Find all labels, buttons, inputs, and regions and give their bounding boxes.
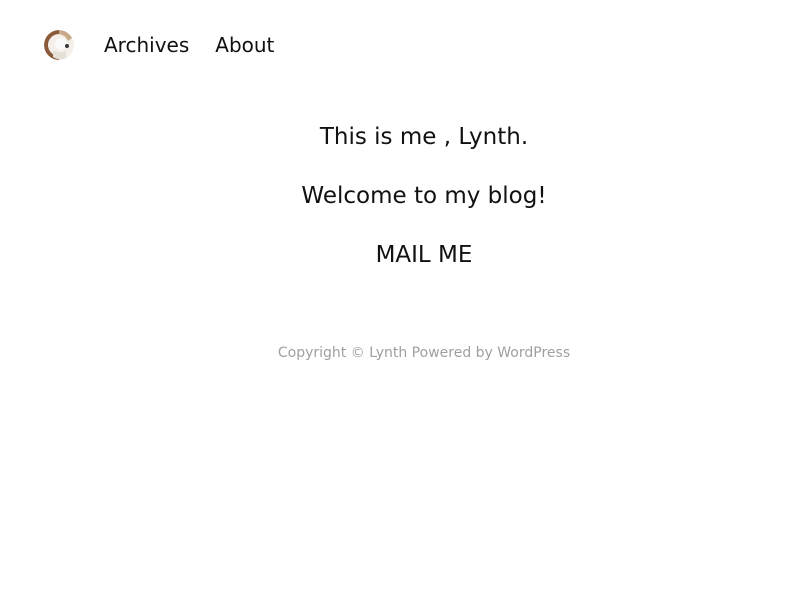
nav-archives-link[interactable]: Archives	[104, 29, 189, 61]
main-nav: Archives About	[104, 29, 274, 61]
site-footer: Copyright © Lynth Powered by WordPress	[0, 343, 800, 363]
nav-about-link[interactable]: About	[215, 29, 274, 61]
intro-line-1: This is me , Lynth.	[319, 124, 529, 150]
page: Archives About This is me , Lynth. Welco…	[0, 0, 800, 600]
avatar-image	[44, 30, 74, 60]
site-header: Archives About	[44, 29, 274, 61]
intro-line-2: Welcome to my blog!	[301, 183, 547, 209]
mail-me-link[interactable]: MAIL ME	[376, 238, 473, 272]
intro-section: This is me , Lynth. Welcome to my blog! …	[0, 120, 800, 272]
copyright-text: Copyright © Lynth Powered by WordPress	[277, 345, 571, 361]
avatar[interactable]	[44, 30, 74, 60]
